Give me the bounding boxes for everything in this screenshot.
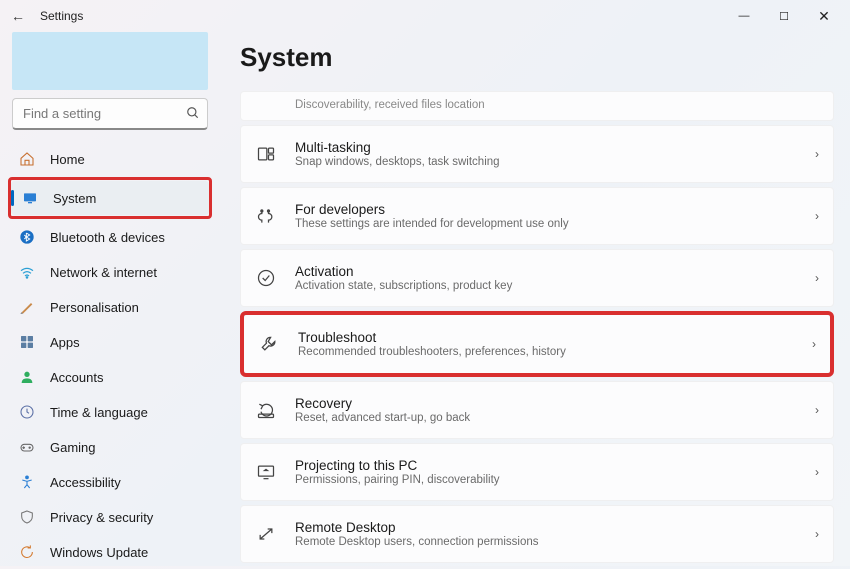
card-nearby-trimmed[interactable]: Discoverability, received files location <box>240 91 834 121</box>
nav-label: Accounts <box>50 370 103 385</box>
card-title: Remote Desktop <box>295 520 815 535</box>
accessibility-icon <box>18 473 36 491</box>
chevron-right-icon: › <box>815 403 819 417</box>
nav-system[interactable]: System <box>11 181 209 215</box>
nav-gaming[interactable]: Gaming <box>8 430 212 464</box>
card-remote[interactable]: Remote DesktopRemote Desktop users, conn… <box>240 505 834 563</box>
maximize-button[interactable]: ☐ <box>764 10 804 23</box>
card-troubleshoot[interactable]: TroubleshootRecommended troubleshooters,… <box>244 315 830 373</box>
page-heading: System <box>240 42 836 73</box>
card-title: For developers <box>295 202 815 217</box>
nav-label: Bluetooth & devices <box>50 230 165 245</box>
nav-label: Apps <box>50 335 80 350</box>
multitasking-icon <box>255 143 277 165</box>
troubleshoot-icon <box>258 333 280 355</box>
chevron-right-icon: › <box>815 209 819 223</box>
chevron-right-icon: › <box>815 465 819 479</box>
card-sub: Reset, advanced start-up, go back <box>295 412 815 424</box>
nav-label: Personalisation <box>50 300 139 315</box>
card-sub: These settings are intended for developm… <box>295 218 815 230</box>
sidebar: Home System Bluetooth & devices Network … <box>0 32 220 566</box>
recovery-icon <box>255 399 277 421</box>
bluetooth-icon <box>18 228 36 246</box>
back-button[interactable]: ← <box>6 8 30 24</box>
nav-label: Network & internet <box>50 265 157 280</box>
nav-list: Home System Bluetooth & devices Network … <box>8 142 212 569</box>
activation-icon <box>255 267 277 289</box>
card-sub: Activation state, subscriptions, product… <box>295 280 815 292</box>
card-title: Recovery <box>295 396 815 411</box>
personalisation-icon <box>18 298 36 316</box>
nav-label: System <box>53 191 96 206</box>
accounts-icon <box>18 368 36 386</box>
window-title: Settings <box>40 9 83 23</box>
nav-label: Gaming <box>50 440 96 455</box>
search-input[interactable] <box>12 98 208 130</box>
card-developers[interactable]: For developersThese settings are intende… <box>240 187 834 245</box>
card-recovery[interactable]: RecoveryReset, advanced start-up, go bac… <box>240 381 834 439</box>
chevron-right-icon: › <box>815 271 819 285</box>
nav-accounts[interactable]: Accounts <box>8 360 212 394</box>
search-icon <box>186 106 200 120</box>
system-icon <box>21 189 39 207</box>
nav-accessibility[interactable]: Accessibility <box>8 465 212 499</box>
card-multitasking[interactable]: Multi-taskingSnap windows, desktops, tas… <box>240 125 834 183</box>
developers-icon <box>255 205 277 227</box>
projecting-icon <box>255 461 277 483</box>
nav-update[interactable]: Windows Update <box>8 535 212 569</box>
main-content: System Discoverability, received files l… <box>220 32 850 566</box>
nav-personalisation[interactable]: Personalisation <box>8 290 212 324</box>
nav-apps[interactable]: Apps <box>8 325 212 359</box>
nav-label: Accessibility <box>50 475 121 490</box>
nav-label: Privacy & security <box>50 510 153 525</box>
card-sub: Snap windows, desktops, task switching <box>295 156 815 168</box>
card-sub: Discoverability, received files location <box>295 99 485 111</box>
remote-icon <box>255 523 277 545</box>
time-icon <box>18 403 36 421</box>
update-icon <box>18 543 36 561</box>
card-title: Projecting to this PC <box>295 458 815 473</box>
nav-label: Home <box>50 152 85 167</box>
nav-label: Windows Update <box>50 545 148 560</box>
nav-home[interactable]: Home <box>8 142 212 176</box>
card-sub: Permissions, pairing PIN, discoverabilit… <box>295 474 815 486</box>
card-projecting[interactable]: Projecting to this PCPermissions, pairin… <box>240 443 834 501</box>
card-title: Troubleshoot <box>298 330 812 345</box>
settings-list[interactable]: Discoverability, received files location… <box>240 91 836 566</box>
chevron-right-icon: › <box>815 527 819 541</box>
card-sub: Remote Desktop users, connection permiss… <box>295 536 815 548</box>
nav-network[interactable]: Network & internet <box>8 255 212 289</box>
network-icon <box>18 263 36 281</box>
card-title: Multi-tasking <box>295 140 815 155</box>
nav-label: Time & language <box>50 405 148 420</box>
nav-privacy[interactable]: Privacy & security <box>8 500 212 534</box>
profile-card[interactable] <box>12 32 208 90</box>
card-sub: Recommended troubleshooters, preferences… <box>298 346 812 358</box>
card-title: Activation <box>295 264 815 279</box>
minimize-button[interactable]: — <box>724 10 764 22</box>
card-activation[interactable]: ActivationActivation state, subscription… <box>240 249 834 307</box>
nav-bluetooth[interactable]: Bluetooth & devices <box>8 220 212 254</box>
chevron-right-icon: › <box>815 147 819 161</box>
close-button[interactable]: ✕ <box>804 8 844 25</box>
apps-icon <box>18 333 36 351</box>
privacy-icon <box>18 508 36 526</box>
gaming-icon <box>18 438 36 456</box>
chevron-right-icon: › <box>812 337 816 351</box>
home-icon <box>18 150 36 168</box>
title-bar: ← Settings — ☐ ✕ <box>0 0 850 32</box>
nav-time[interactable]: Time & language <box>8 395 212 429</box>
